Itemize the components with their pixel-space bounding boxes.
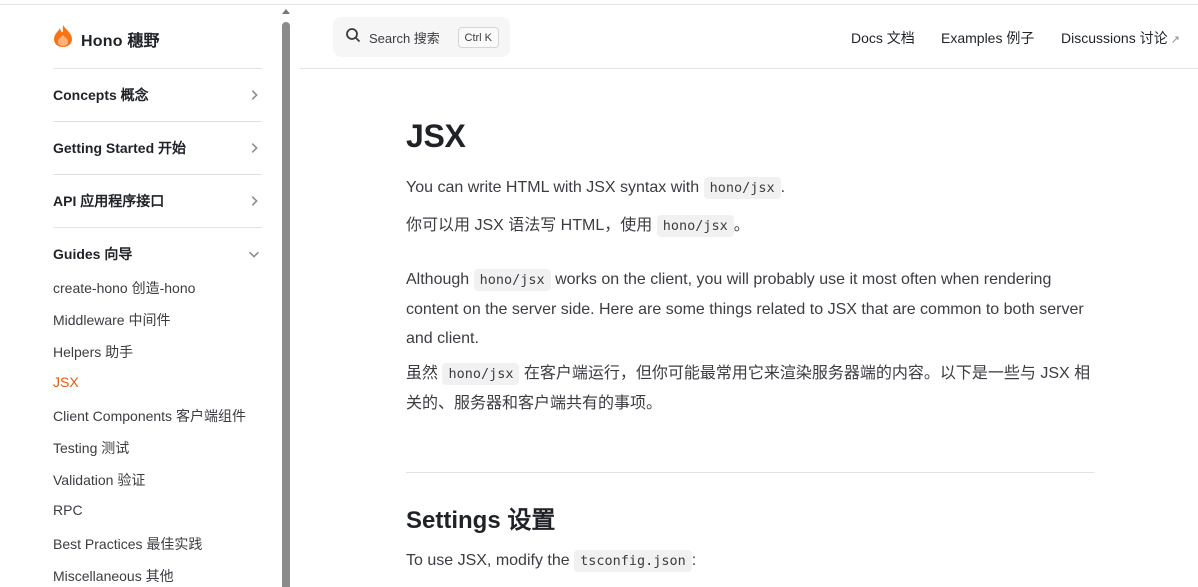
brand-name: Hono 穗野 xyxy=(81,32,160,50)
sidebar-divider xyxy=(53,174,262,175)
sidebar-item-middleware[interactable]: Middleware 中间件 xyxy=(53,310,170,330)
sidebar-section-guides[interactable]: Guides 向导 xyxy=(53,244,262,264)
inline-code: hono/jsx xyxy=(473,269,551,291)
text: To use JSX, modify the xyxy=(406,552,575,569)
sidebar-item-client-components[interactable]: Client Components 客户端组件 xyxy=(53,406,246,426)
sidebar-item-rpc[interactable]: RPC xyxy=(53,502,83,518)
section-divider xyxy=(406,472,1094,473)
section-label: Concepts 概念 xyxy=(53,87,149,103)
search-icon xyxy=(345,27,361,48)
text: Although xyxy=(406,271,474,288)
sidebar-item-create-hono[interactable]: create-hono 创造-hono xyxy=(53,278,195,298)
nav-link-examples[interactable]: Examples 例子 xyxy=(941,28,1034,48)
text: 你可以用 JSX 语法写 HTML，使用 xyxy=(406,217,657,234)
chevron-down-icon xyxy=(246,246,262,262)
text: . xyxy=(780,179,786,196)
top-nav: Search 搜索 Ctrl K Docs 文档 Examples 例子 Dis… xyxy=(300,5,1198,69)
settings-heading: Settings 设置 xyxy=(406,507,556,534)
hono-flame-logo xyxy=(53,24,73,53)
sidebar-item-jsx[interactable]: JSX xyxy=(53,374,79,390)
chevron-right-icon xyxy=(246,193,262,209)
sidebar: Hono 穗野 Concepts 概念 Getting Started 开始 A… xyxy=(0,5,282,587)
sidebar-item-validation[interactable]: Validation 验证 xyxy=(53,470,145,490)
inline-code: hono/jsx xyxy=(703,177,781,199)
chevron-right-icon xyxy=(246,140,262,156)
chevron-right-icon xyxy=(246,87,262,103)
client-paragraph-en: Although hono/jsx works on the client, y… xyxy=(406,265,1096,353)
scrollbar-up-arrow[interactable] xyxy=(282,9,290,14)
text: You can write HTML with JSX syntax with xyxy=(406,179,704,196)
sidebar-section-getting-started[interactable]: Getting Started 开始 xyxy=(53,138,262,158)
intro-paragraph-en: You can write HTML with JSX syntax with … xyxy=(406,173,1096,203)
page-title: JSX xyxy=(406,118,466,154)
external-link-icon: ↗ xyxy=(1170,34,1180,46)
nav-link-docs[interactable]: Docs 文档 xyxy=(851,28,915,48)
inline-code: hono/jsx xyxy=(656,215,734,237)
text: : xyxy=(691,552,697,569)
sidebar-item-testing[interactable]: Testing 测试 xyxy=(53,438,129,458)
inline-code: hono/jsx xyxy=(442,363,520,385)
client-paragraph-zh: 虽然 hono/jsx 在客户端运行，但你可能最常用它来渲染服务器端的内容。以下… xyxy=(406,359,1096,418)
brand-link[interactable]: Hono 穗野 xyxy=(53,24,160,53)
sidebar-section-concepts[interactable]: Concepts 概念 xyxy=(53,85,262,105)
sidebar-divider xyxy=(53,227,262,228)
nav-link-discussions-label: Discussions 讨论 xyxy=(1061,30,1168,46)
sidebar-divider xyxy=(53,121,262,122)
scrollbar-thumb[interactable] xyxy=(282,22,290,587)
sidebar-item-miscellaneous[interactable]: Miscellaneous 其他 xyxy=(53,566,174,586)
inline-code: tsconfig.json xyxy=(574,550,692,572)
section-label: Getting Started 开始 xyxy=(53,140,187,156)
text: 。 xyxy=(733,217,750,234)
section-label: Guides 向导 xyxy=(53,246,133,262)
sidebar-section-api[interactable]: API 应用程序接口 xyxy=(53,191,262,211)
sidebar-divider xyxy=(53,68,262,69)
intro-paragraph-zh: 你可以用 JSX 语法写 HTML，使用 hono/jsx。 xyxy=(406,211,1096,241)
search-label: Search 搜索 xyxy=(369,30,440,46)
section-label: API 应用程序接口 xyxy=(53,193,165,209)
search-button[interactable]: Search 搜索 Ctrl K xyxy=(333,17,510,57)
search-shortcut-badge: Ctrl K xyxy=(457,27,499,48)
sidebar-item-best-practices[interactable]: Best Practices 最佳实践 xyxy=(53,534,202,554)
settings-paragraph: To use JSX, modify the tsconfig.json: xyxy=(406,546,1096,576)
text: 虽然 xyxy=(406,365,443,382)
nav-link-discussions[interactable]: Discussions 讨论 ↗ xyxy=(1061,28,1180,48)
sidebar-item-helpers[interactable]: Helpers 助手 xyxy=(53,342,133,362)
